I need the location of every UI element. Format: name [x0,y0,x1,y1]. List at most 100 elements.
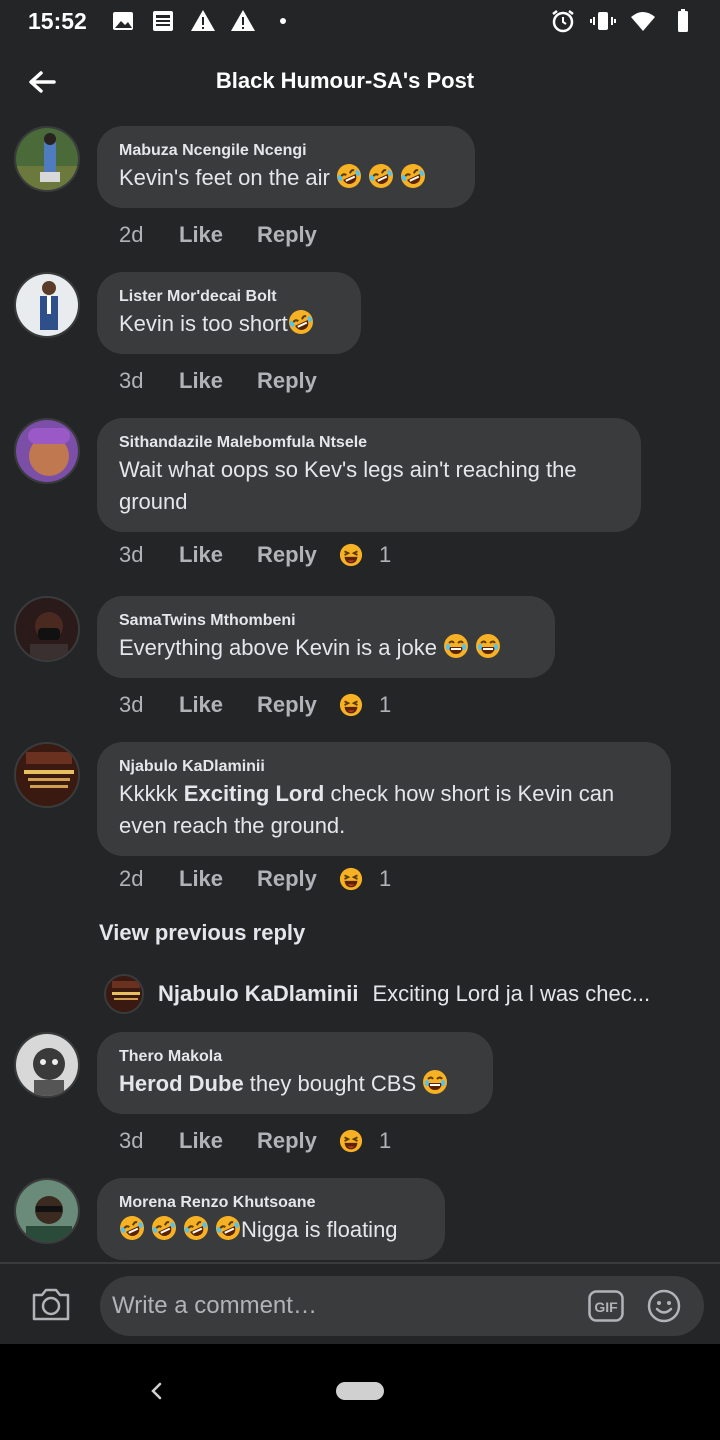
dot-icon [280,18,286,24]
comment-author[interactable]: Lister Mor'decai Bolt [119,288,339,306]
comment-bubble[interactable]: Morena Renzo Khutsoane Nigga is floating [97,1178,445,1260]
vibrate-icon [590,12,616,30]
rofl-emoji-icon [336,163,362,189]
reply-button[interactable]: Reply [257,222,339,248]
nav-home-pill[interactable] [336,1382,384,1400]
reply-button[interactable]: Reply [257,866,339,892]
reply-text: Exciting Lord ja l was chec... [372,981,651,1006]
battery-icon [678,9,688,32]
mention-link[interactable]: Exciting Lord [184,781,325,806]
reply-preview[interactable]: Njabulo KaDlaminii Exciting Lord ja l wa… [104,972,704,1016]
reaction-summary[interactable]: 1 [339,1128,391,1154]
comment-bubble[interactable]: Lister Mor'decai Bolt Kevin is too short [97,272,361,354]
comment-author[interactable]: Morena Renzo Khutsoane [119,1194,423,1212]
comment-author[interactable]: Thero Makola [119,1048,471,1066]
comments-list[interactable]: Mabuza Ncengile Ncengi Kevin's feet on t… [0,120,720,1262]
avatar[interactable] [14,742,80,808]
emoji-picker-icon[interactable] [646,1288,682,1324]
comment-bubble[interactable]: Njabulo KaDlaminii Kkkkk Exciting Lord c… [97,742,671,856]
reply-button[interactable]: Reply [257,692,339,718]
comment-time[interactable]: 2d [119,222,179,248]
comment-time[interactable]: 2d [119,866,179,892]
system-nav-bar [0,1344,720,1440]
comment-meta: 3d Like Reply 1 [119,1128,391,1154]
reaction-summary[interactable]: 1 [339,866,391,892]
comment-author[interactable]: Sithandazile Malebomfula Ntsele [119,434,619,452]
like-button[interactable]: Like [179,542,257,568]
rofl-emoji-icon [288,309,314,335]
like-button[interactable]: Like [179,1128,257,1154]
comment-text: Kevin's feet on the air [119,162,453,194]
avatar[interactable] [14,1032,80,1098]
comment-text: Nigga is floating [119,1214,423,1246]
comment-text: Everything above Kevin is a joke [119,632,533,664]
mention-link[interactable]: Herod Dube [119,1071,244,1096]
comment-text: Wait what oops so Kev's legs ain't reach… [119,457,577,514]
avatar[interactable] [14,1178,80,1244]
gif-label: GIF [594,1299,618,1315]
joy-emoji-icon [475,633,501,659]
comment-meta: 3d Like Reply 1 [119,542,391,568]
like-button[interactable]: Like [179,692,257,718]
comment-bubble[interactable]: Sithandazile Malebomfula Ntsele Wait wha… [97,418,641,532]
haha-reaction-icon [339,867,363,891]
like-button[interactable]: Like [179,222,257,248]
comment-time[interactable]: 3d [119,368,179,394]
reply-button[interactable]: Reply [257,1128,339,1154]
gallery-icon [113,12,133,30]
comment-author[interactable]: Njabulo KaDlaminii [119,758,649,776]
like-button[interactable]: Like [179,866,257,892]
avatar[interactable] [104,974,144,1014]
avatar[interactable] [14,272,80,338]
haha-reaction-icon [339,543,363,567]
warning-icon [231,10,255,31]
haha-reaction-icon [339,1129,363,1153]
reaction-count: 1 [379,692,392,717]
reaction-summary[interactable]: 1 [339,692,391,718]
avatar[interactable] [14,418,80,484]
comment-author[interactable]: Mabuza Ncengile Ncengi [119,142,453,160]
status-bar: 15:52 [0,0,720,44]
comment-composer: GIF [0,1262,720,1344]
reaction-count: 1 [379,542,392,567]
reply-author[interactable]: Njabulo KaDlaminii [158,981,358,1007]
avatar[interactable] [14,596,80,662]
reply-button[interactable]: Reply [257,542,339,568]
rofl-emoji-icon [119,1215,145,1241]
rofl-emoji-icon [400,163,426,189]
comment-time[interactable]: 3d [119,1128,179,1154]
status-time: 15:52 [28,8,87,34]
gif-button[interactable]: GIF [588,1290,624,1322]
reply-button[interactable]: Reply [257,368,339,394]
reaction-count: 1 [379,1128,392,1153]
comment-meta: 3d Like Reply 1 [119,692,391,718]
status-right-icons [550,8,696,34]
comment-text: Kevin is too short [119,308,339,340]
comment-bubble[interactable]: Thero Makola Herod Dube they bought CBS [97,1032,493,1114]
news-icon [153,11,173,31]
comment-bubble[interactable]: SamaTwins Mthombeni Everything above Kev… [97,596,555,678]
rofl-emoji-icon [183,1215,209,1241]
status-left-icons [110,8,296,34]
nav-back-icon[interactable] [142,1376,172,1406]
avatar[interactable] [14,126,80,192]
comment-bubble[interactable]: Mabuza Ncengile Ncengi Kevin's feet on t… [97,126,475,208]
warning-icon [191,10,215,31]
gif-icon: GIF [588,1290,624,1322]
comment-time[interactable]: 3d [119,692,179,718]
rofl-emoji-icon [215,1215,241,1241]
comment-meta: 2d Like Reply 1 [119,866,391,892]
comment-meta: 3d Like Reply [119,368,339,394]
comment-text: Kkkkk Exciting Lord check how short is K… [119,781,615,838]
comment-time[interactable]: 3d [119,542,179,568]
reaction-summary[interactable]: 1 [339,542,391,568]
like-button[interactable]: Like [179,368,257,394]
wifi-icon [631,12,655,31]
reaction-count: 1 [379,866,392,891]
rofl-emoji-icon [151,1215,177,1241]
view-previous-reply-link[interactable]: View previous reply [99,920,305,946]
joy-emoji-icon [443,633,469,659]
comment-author[interactable]: SamaTwins Mthombeni [119,612,533,630]
page-title: Black Humour-SA's Post [215,68,475,93]
camera-icon[interactable] [30,1284,72,1324]
